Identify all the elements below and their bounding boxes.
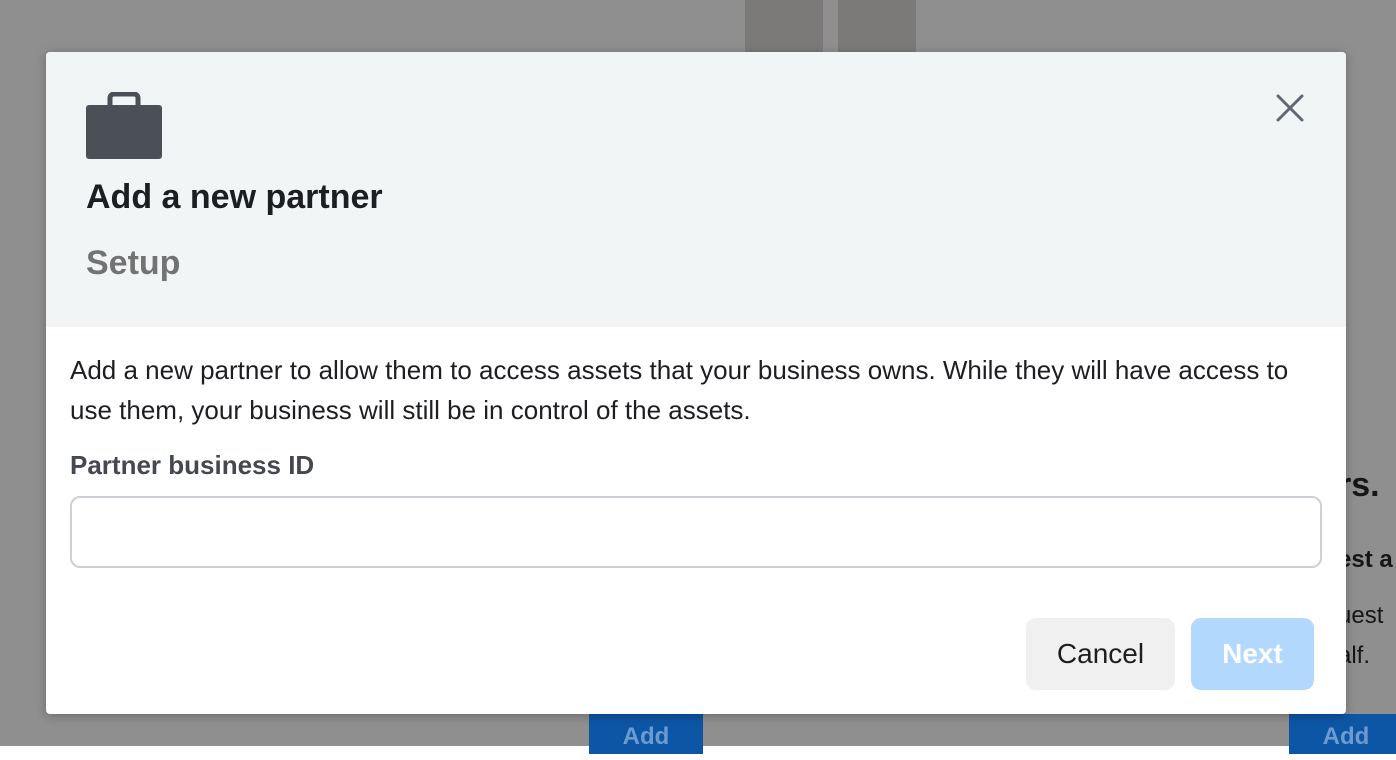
add-partner-dialog: Add a new partner Setup Add a new partne… bbox=[46, 52, 1346, 714]
background-add-button: Add bbox=[589, 714, 703, 754]
dialog-header: Add a new partner Setup bbox=[46, 52, 1346, 327]
close-icon[interactable] bbox=[1272, 90, 1308, 126]
background-add-button: Add bbox=[1289, 714, 1396, 754]
next-button[interactable]: Next bbox=[1191, 618, 1314, 690]
cancel-button[interactable]: Cancel bbox=[1026, 618, 1175, 690]
briefcase-icon bbox=[86, 92, 162, 159]
partner-business-id-label: Partner business ID bbox=[70, 450, 315, 480]
dialog-title: Add a new partner bbox=[86, 178, 383, 216]
dialog-step-label: Setup bbox=[86, 244, 181, 282]
background-subheading: est a bbox=[1338, 546, 1393, 573]
background-tab bbox=[838, 0, 916, 52]
background-tab bbox=[745, 0, 823, 52]
partner-business-id-input[interactable] bbox=[70, 496, 1322, 568]
dialog-description: Add a new partner to allow them to acces… bbox=[70, 355, 1289, 425]
